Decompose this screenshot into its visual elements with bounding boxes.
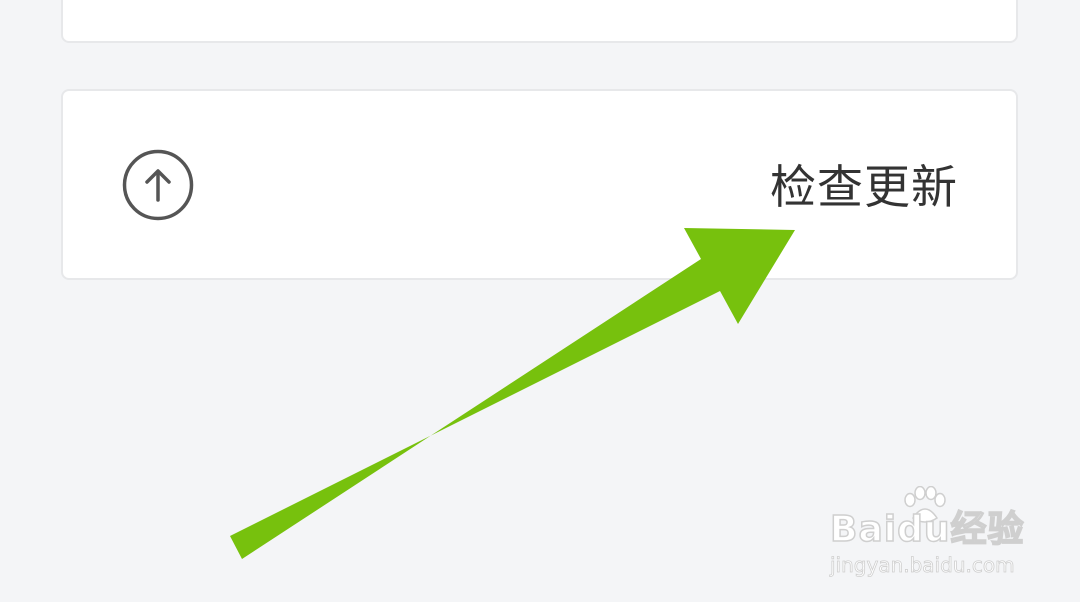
watermark-url: jingyan.baidu.com xyxy=(830,553,1015,578)
baidu-watermark: Baidu经验 jingyan.baidu.com xyxy=(826,486,1026,586)
check-update-row[interactable]: 检查更新 xyxy=(61,89,1018,280)
settings-card-previous xyxy=(61,0,1018,43)
arrow-up-circle-icon xyxy=(122,149,194,221)
paw-icon xyxy=(904,486,946,523)
check-update-label: 检查更新 xyxy=(770,160,958,214)
watermark-brand: Baidu经验 xyxy=(829,509,1025,551)
